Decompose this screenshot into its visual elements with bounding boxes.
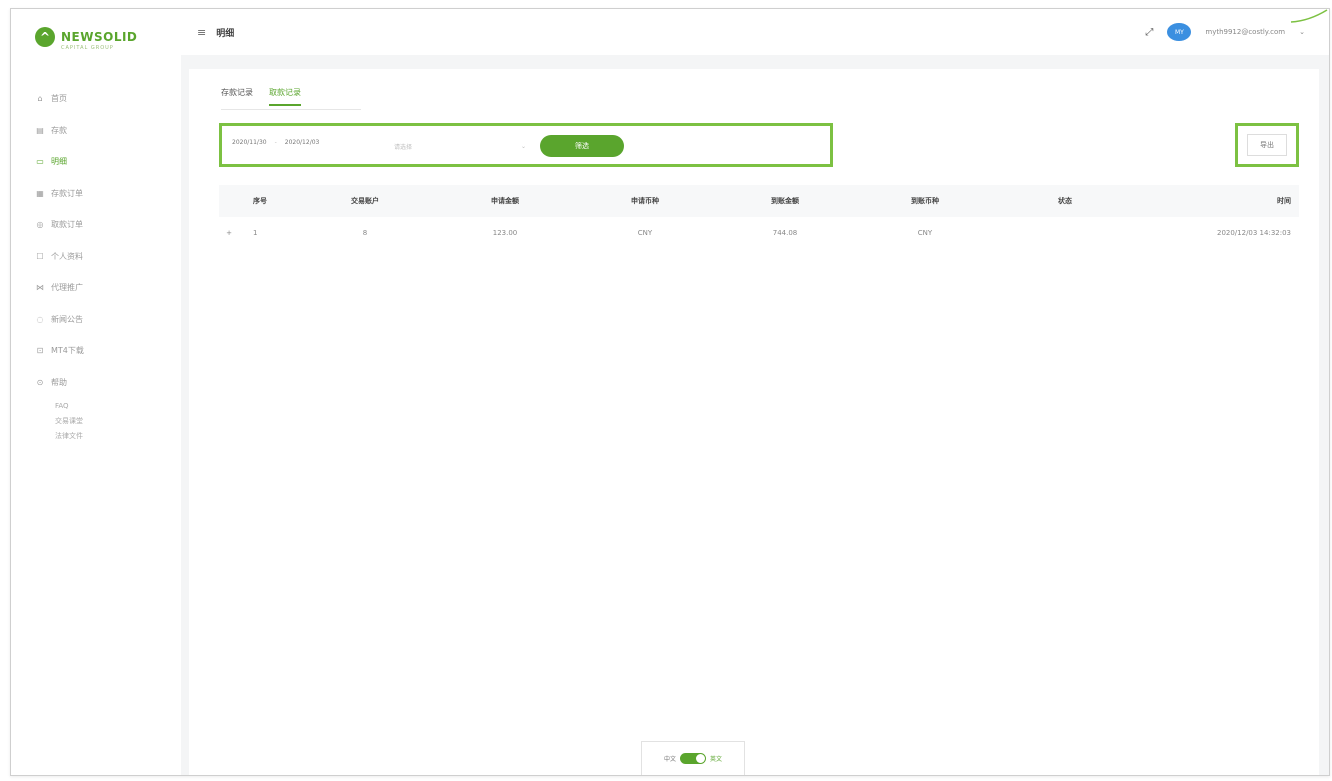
tabs-divider <box>221 109 361 110</box>
records-table: 序号 交易账户 申请金额 申请币种 到账金额 到账币种 状态 时间 + 1 8 … <box>219 185 1299 249</box>
news-icon: ◌ <box>36 314 44 324</box>
date-end: 2020/12/03 <box>284 139 320 146</box>
sidebar-item-label: 代理推广 <box>51 283 83 293</box>
header-cell: 时间 <box>1277 197 1291 205</box>
sidebar-item-label: 帮助 <box>51 377 67 387</box>
chevron-down-icon: ⌄ <box>520 142 526 150</box>
sidebar-item-agent[interactable]: ⋈ 代理推广 <box>35 272 175 304</box>
export-highlight: 导出 <box>1235 123 1299 167</box>
download-icon: ⊡ <box>36 346 44 356</box>
header-cell: 交易账户 <box>351 197 379 205</box>
sidebar: ^ NEWSOLID CAPITAL GROUP ⌂ 首页 ▤ 存款 ▭ 明细 … <box>11 9 181 775</box>
home-icon: ⌂ <box>37 94 43 104</box>
content-area: 存款记录 取款记录 2020/11/30 - 2020/12/03 请选择 ⌄ … <box>181 55 1329 775</box>
sidebar-item-label: 取款订单 <box>51 220 83 230</box>
expand-icon[interactable]: + <box>219 229 239 237</box>
cell-arrive-currency: CNY <box>917 229 933 237</box>
cell-account: 8 <box>362 229 368 237</box>
profile-icon: ☐ <box>36 251 44 261</box>
sidebar-item-label: 存款 <box>51 125 67 135</box>
lang-right-label: 英文 <box>710 756 723 763</box>
sidebar-subitem-trading-class[interactable]: 交易课堂 <box>35 413 175 428</box>
sidebar-nav: ⌂ 首页 ▤ 存款 ▭ 明细 ▦ 存款订单 ◎ 取款订单 ☐ 个人资料 ⋈ 代理… <box>35 83 175 443</box>
cell-apply-amount: 123.00 <box>492 229 518 237</box>
language-toggle: 中文 英文 <box>641 741 745 775</box>
sidebar-item-detail[interactable]: ▭ 明细 <box>35 146 175 178</box>
filter-button[interactable]: 筛选 <box>540 135 624 157</box>
fullscreen-icon[interactable]: ⤢ <box>1145 27 1153 38</box>
app-window: ^ NEWSOLID CAPITAL GROUP ⌂ 首页 ▤ 存款 ▭ 明细 … <box>10 8 1330 776</box>
sidebar-item-help[interactable]: ⊙ 帮助 <box>35 367 175 399</box>
select-placeholder: 请选择 <box>394 143 413 151</box>
sidebar-item-deposit-orders[interactable]: ▦ 存款订单 <box>35 178 175 210</box>
withdraw-order-icon: ◎ <box>36 220 44 230</box>
chevron-down-icon[interactable]: ⌄ <box>1299 28 1305 36</box>
language-switch[interactable] <box>680 753 706 764</box>
detail-icon: ▭ <box>36 157 44 167</box>
cell-index: 1 <box>253 229 258 237</box>
sidebar-subitem-legal[interactable]: 法律文件 <box>35 428 175 443</box>
sidebar-item-withdraw-orders[interactable]: ◎ 取款订单 <box>35 209 175 241</box>
filter-highlight: 2020/11/30 - 2020/12/03 请选择 ⌄ 筛选 <box>219 123 833 167</box>
sidebar-item-news[interactable]: ◌ 新闻公告 <box>35 304 175 336</box>
sidebar-item-mt4[interactable]: ⊡ MT4下载 <box>35 335 175 367</box>
user-email[interactable]: myth9912@costly.com <box>1205 28 1285 36</box>
deposit-icon: ▤ <box>36 125 44 135</box>
header-cell: 申请金额 <box>491 197 519 205</box>
date-separator: - <box>274 139 277 146</box>
table-header: 序号 交易账户 申请金额 申请币种 到账金额 到账币种 状态 时间 <box>219 185 1299 217</box>
sidebar-item-label: 明细 <box>51 157 67 167</box>
cell-apply-currency: CNY <box>637 229 653 237</box>
sidebar-item-profile[interactable]: ☐ 个人资料 <box>35 241 175 273</box>
sidebar-item-label: 新闻公告 <box>51 314 83 324</box>
header-cell: 到账金额 <box>771 197 799 205</box>
logo[interactable]: ^ NEWSOLID <box>35 27 137 47</box>
lang-left-label: 中文 <box>663 756 676 763</box>
sidebar-item-label: MT4下载 <box>51 346 84 356</box>
logo-text: NEWSOLID <box>61 30 138 44</box>
status-select[interactable]: 请选择 ⌄ <box>390 138 530 154</box>
page-title: 明细 <box>216 28 235 39</box>
sidebar-subitem-faq[interactable]: FAQ <box>35 398 175 413</box>
logo-subtitle: CAPITAL GROUP <box>61 45 114 51</box>
help-icon: ⊙ <box>36 377 44 387</box>
record-tabs: 存款记录 取款记录 <box>221 87 301 106</box>
sidebar-item-label: 首页 <box>51 94 67 104</box>
date-start: 2020/11/30 <box>232 139 267 146</box>
sidebar-item-deposit[interactable]: ▤ 存款 <box>35 115 175 147</box>
sidebar-item-home[interactable]: ⌂ 首页 <box>35 83 175 115</box>
menu-toggle-icon[interactable]: ≡ <box>197 26 206 39</box>
top-header: ≡ 明细 ⤢ MY myth9912@costly.com ⌄ <box>181 9 1329 55</box>
tab-withdraw-records[interactable]: 取款记录 <box>269 87 301 106</box>
cell-time: 2020/12/03 14:32:03 <box>1216 229 1291 237</box>
share-icon: ⋈ <box>36 283 44 293</box>
sidebar-item-label: 存款订单 <box>51 188 83 198</box>
logo-icon: ^ <box>35 27 55 47</box>
header-cell: 到账币种 <box>911 197 939 205</box>
records-card: 存款记录 取款记录 2020/11/30 - 2020/12/03 请选择 ⌄ … <box>189 69 1319 775</box>
header-cell: 申请币种 <box>631 197 659 205</box>
header-cell: 序号 <box>253 197 267 205</box>
date-range-picker[interactable]: 2020/11/30 - 2020/12/03 <box>232 139 319 146</box>
cell-arrive-amount: 744.08 <box>772 229 798 237</box>
tab-deposit-records[interactable]: 存款记录 <box>221 87 253 106</box>
table-row[interactable]: + 1 8 123.00 CNY 744.08 CNY 2020/12/03 1… <box>219 217 1299 249</box>
avatar[interactable]: MY <box>1167 23 1192 41</box>
header-right: ⤢ MY myth9912@costly.com ⌄ <box>1145 23 1305 41</box>
export-button[interactable]: 导出 <box>1247 134 1287 156</box>
order-icon: ▦ <box>36 188 44 198</box>
sidebar-item-label: 个人资料 <box>51 251 83 261</box>
header-cell: 状态 <box>1058 197 1072 205</box>
